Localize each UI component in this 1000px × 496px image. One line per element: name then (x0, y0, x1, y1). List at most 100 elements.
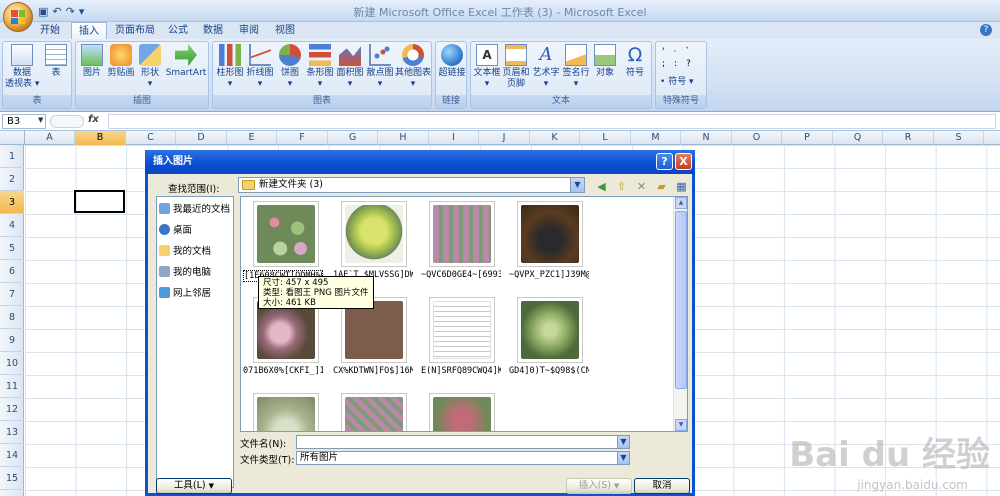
column-header-n[interactable]: N (681, 131, 732, 145)
file-name[interactable]: GD4]0)T~$Q98$(CN@... (509, 366, 589, 376)
text-box-button[interactable]: A 文本框 ▾ (473, 44, 501, 90)
column-header-k[interactable]: K (530, 131, 580, 145)
tab-formulas[interactable]: 公式 (163, 22, 193, 39)
column-header-b[interactable]: B (75, 131, 126, 145)
help-icon[interactable]: ? (980, 24, 992, 36)
scroll-down-icon[interactable]: ▼ (675, 419, 687, 431)
special-symbol-dropdown[interactable]: • 符号 ▾ (660, 74, 694, 87)
file-name[interactable]: ~QVC6D0GE4~[69937... (421, 270, 501, 280)
tab-view[interactable]: 视图 (270, 22, 300, 39)
row-header-10[interactable]: 10 (0, 352, 24, 375)
punctuation-grid[interactable]: '·`;:? (662, 46, 700, 70)
row-header-12[interactable]: 12 (0, 398, 24, 421)
row-header-1[interactable]: 1 (0, 145, 24, 168)
column-header-e[interactable]: E (227, 131, 277, 145)
row-header-5[interactable]: 5 (0, 237, 24, 260)
file-thumbnail[interactable] (253, 201, 319, 267)
column-header-m[interactable]: M (631, 131, 681, 145)
header-footer-button[interactable]: 页眉和 页脚 (501, 44, 531, 90)
column-header-p[interactable]: P (782, 131, 833, 145)
table-button[interactable]: 表 (41, 44, 71, 79)
formula-bar-toggle[interactable] (50, 115, 84, 128)
file-list-scrollbar[interactable]: ▲ ▼ (673, 197, 687, 431)
tab-page-layout[interactable]: 页面布局 (112, 22, 158, 39)
row-header-4[interactable]: 4 (0, 214, 24, 237)
pie-chart-button[interactable]: 饼图 ▾ (275, 44, 305, 90)
file-name[interactable]: ~QVPX_PZC1]J39M@U... (509, 270, 589, 280)
clip-art-button[interactable]: 剪贴画 (106, 44, 136, 79)
file-name[interactable]: E(N]SRFQ89CWQ4]KL... (421, 366, 501, 376)
name-box-dropdown-icon[interactable]: ▼ (38, 116, 43, 124)
tab-insert[interactable]: 插入 (71, 22, 107, 40)
column-chart-button[interactable]: 柱形图 ▾ (215, 44, 245, 90)
file-thumbnail[interactable] (341, 201, 407, 267)
column-header-j[interactable]: J (479, 131, 530, 145)
picture-button[interactable]: 图片 (78, 44, 106, 79)
chevron-down-icon[interactable]: ▼ (570, 178, 584, 192)
column-header-a[interactable]: A (25, 131, 75, 145)
tab-review[interactable]: 审阅 (234, 22, 264, 39)
place-network[interactable]: 网上邻居 (159, 284, 211, 300)
signature-line-button[interactable]: 签名行 ▾ (561, 44, 591, 90)
active-cell[interactable] (74, 190, 125, 213)
row-header-11[interactable]: 11 (0, 375, 24, 398)
row-header-6[interactable]: 6 (0, 260, 24, 283)
tab-data[interactable]: 数据 (198, 22, 228, 39)
place-desktop[interactable]: 桌面 (159, 221, 192, 237)
scrollbar-thumb[interactable] (675, 211, 687, 389)
scatter-chart-button[interactable]: 散点图 ▾ (365, 44, 395, 90)
object-button[interactable]: 对象 (591, 44, 619, 79)
wordart-button[interactable]: A 艺术字 ▾ (531, 44, 561, 90)
row-header-7[interactable]: 7 (0, 283, 24, 306)
file-thumbnail[interactable] (429, 201, 495, 267)
insert-function-button[interactable]: fx (88, 114, 104, 129)
file-thumbnail[interactable] (253, 393, 319, 431)
smartart-button[interactable]: SmartArt (164, 44, 208, 79)
pivot-table-button[interactable]: 数据 透视表 ▾ (5, 44, 39, 90)
chevron-down-icon[interactable]: ▼ (617, 436, 629, 448)
row-header-3[interactable]: 3 (0, 191, 24, 214)
up-folder-icon[interactable]: ⇧ (615, 180, 628, 193)
place-recent[interactable]: 我最近的文档 (159, 200, 230, 216)
back-icon[interactable]: ◀ (595, 180, 608, 193)
file-thumbnail[interactable] (429, 393, 495, 431)
row-header-15[interactable]: 15 (0, 467, 24, 490)
file-thumbnail[interactable] (517, 201, 583, 267)
dialog-help-button[interactable]: ? (656, 153, 673, 170)
column-header-o[interactable]: O (732, 131, 782, 145)
column-header-l[interactable]: L (580, 131, 631, 145)
column-header-r[interactable]: R (883, 131, 934, 145)
row-header-13[interactable]: 13 (0, 421, 24, 444)
file-type-select[interactable]: 所有图片 ▼ (296, 451, 630, 465)
file-name-field[interactable]: ▼ (296, 435, 630, 449)
line-chart-button[interactable]: 折线图 ▾ (245, 44, 275, 90)
column-header-h[interactable]: H (378, 131, 429, 145)
tab-home[interactable]: 开始 (34, 22, 66, 39)
hyperlink-button[interactable]: 超链接 (437, 44, 467, 79)
row-header-8[interactable]: 8 (0, 306, 24, 329)
insert-button[interactable]: 插入(S) ▼ (566, 478, 632, 494)
place-my-computer[interactable]: 我的电脑 (159, 263, 211, 279)
cancel-button[interactable]: 取消 (634, 478, 690, 494)
row-header-2[interactable]: 2 (0, 168, 24, 191)
bar-chart-button[interactable]: 条形图 ▾ (305, 44, 335, 90)
file-name[interactable]: CX%KDTWN]FO$]16MO... (333, 366, 413, 376)
tools-button[interactable]: 工具(L) ▼ (156, 478, 232, 494)
column-header-f[interactable]: F (277, 131, 328, 145)
area-chart-button[interactable]: 面积图 ▾ (335, 44, 365, 90)
column-header-q[interactable]: Q (833, 131, 883, 145)
file-name[interactable]: 071B6X0%[CKFI_]I)... (243, 366, 323, 376)
file-thumbnail[interactable] (429, 297, 495, 363)
delete-icon[interactable]: ✕ (635, 180, 648, 193)
file-thumbnail[interactable] (341, 393, 407, 431)
shapes-button[interactable]: 形状 ▾ (136, 44, 164, 90)
row-header-9[interactable]: 9 (0, 329, 24, 352)
other-charts-button[interactable]: 其他图表 ▾ (395, 44, 431, 90)
scroll-up-icon[interactable]: ▲ (675, 197, 687, 209)
chevron-down-icon[interactable]: ▼ (617, 452, 629, 464)
office-button[interactable] (3, 2, 33, 32)
new-folder-icon[interactable]: ▰ (655, 180, 668, 193)
select-all-corner[interactable] (0, 131, 25, 145)
formula-input[interactable] (108, 114, 996, 129)
column-header-i[interactable]: I (429, 131, 479, 145)
